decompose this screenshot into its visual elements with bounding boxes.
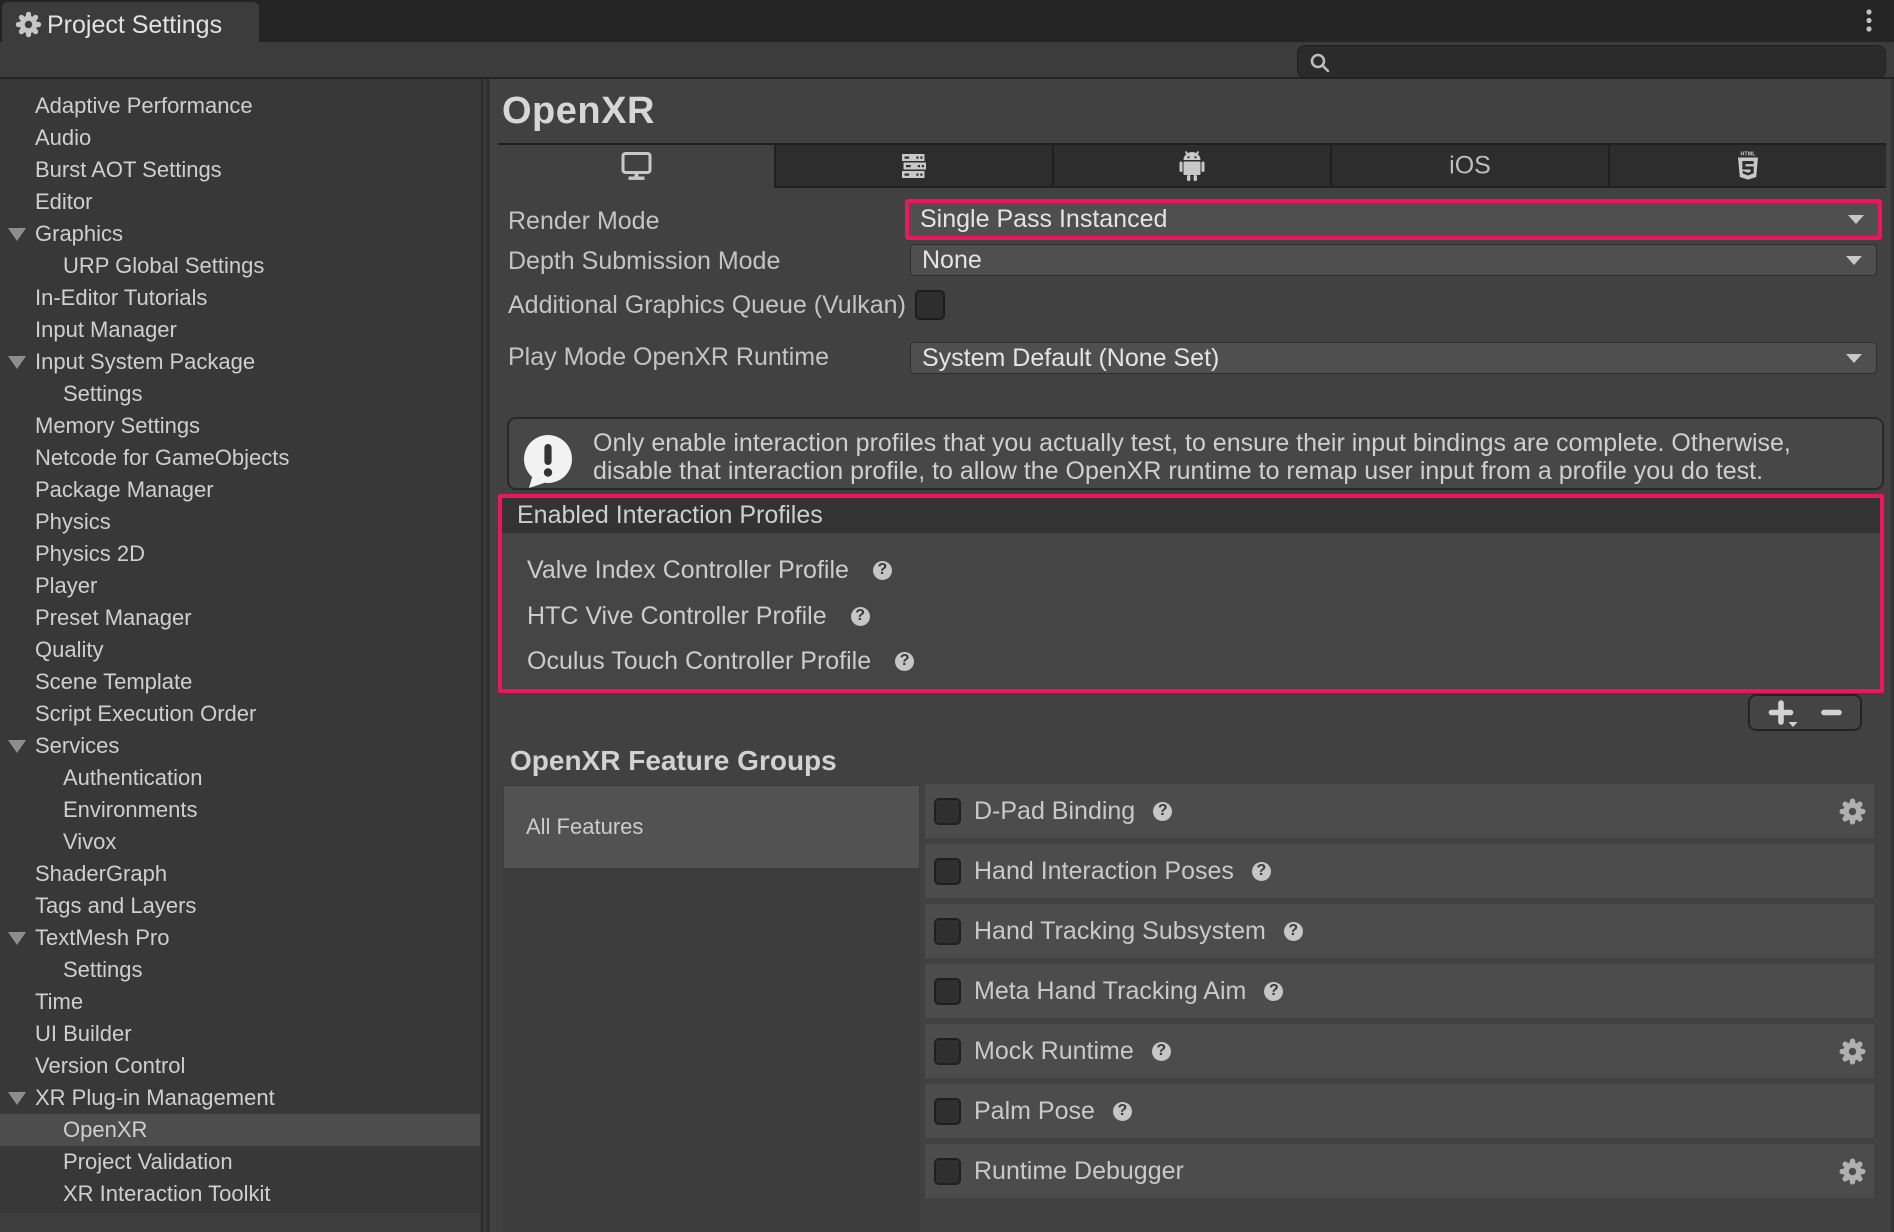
- svg-text:HTML: HTML: [1741, 151, 1757, 157]
